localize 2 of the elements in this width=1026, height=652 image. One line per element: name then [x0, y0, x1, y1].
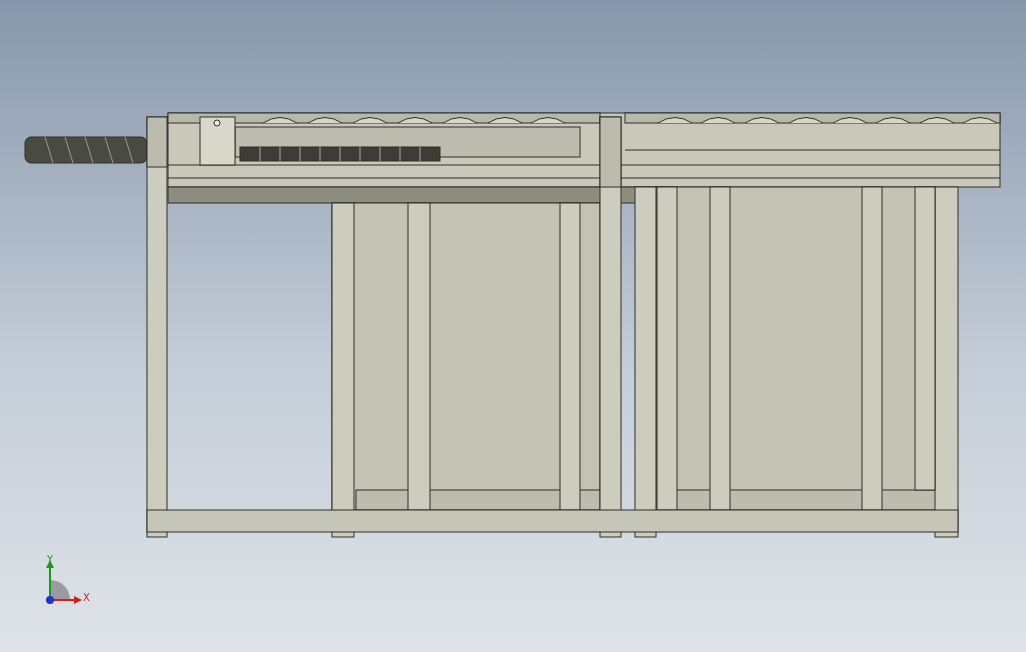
axis-label: X — [83, 592, 90, 603]
axis-triad-icon — [46, 560, 82, 604]
